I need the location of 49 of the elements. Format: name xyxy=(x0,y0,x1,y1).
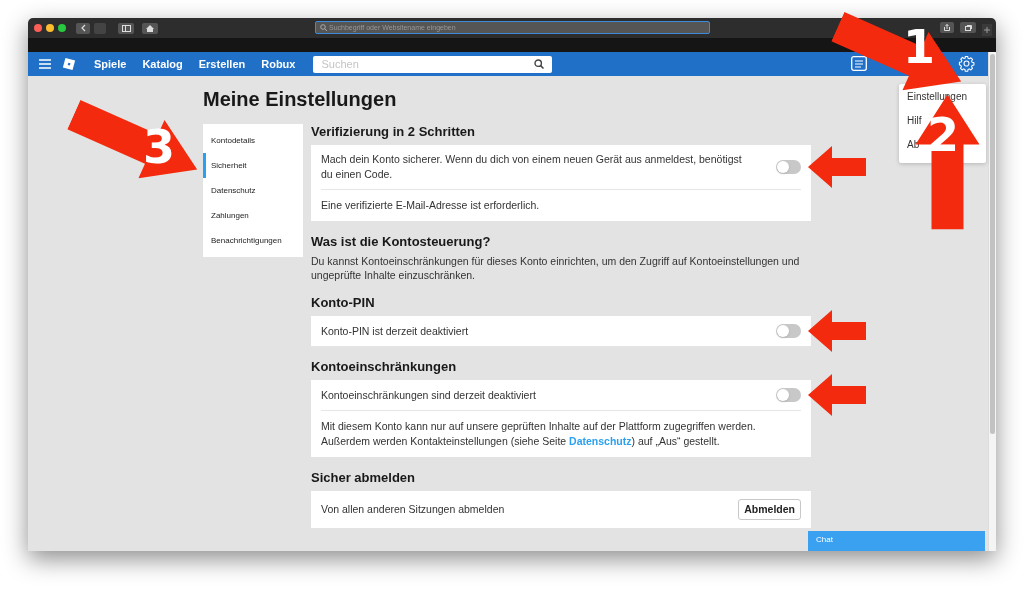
sidebar-button[interactable] xyxy=(118,22,134,34)
toggle-switch[interactable] xyxy=(776,160,801,174)
sidebar-item[interactable]: Sicherheit xyxy=(203,153,303,178)
setting-label: Mach dein Konto sicherer. Wenn du dich von einem neuen Gerät aus anmeldest, benötigst du einen Code. xyxy=(321,152,743,182)
setting-label: Konto-PIN ist derzeit deaktiviert xyxy=(321,323,469,339)
share-icon xyxy=(944,24,950,31)
section-heading: Konto-PIN xyxy=(311,295,376,311)
notification-list-icon[interactable] xyxy=(851,56,867,71)
logo-icon[interactable] xyxy=(62,57,76,71)
step-number: 3 xyxy=(143,124,175,170)
tabs-icon xyxy=(964,24,972,31)
toggle-switch[interactable] xyxy=(776,324,801,338)
new-tab-button[interactable] xyxy=(982,24,992,36)
back-button[interactable] xyxy=(76,22,90,34)
note-text: Eine verifizierte E-Mail-Adresse ist erforderlich. xyxy=(321,198,541,213)
setting-label: Von allen anderen Sitzungen abmelden xyxy=(321,501,505,517)
sidebar-item[interactable]: Datenschutz xyxy=(203,178,303,203)
setting-label: Kontoeinschränkungen sind derzeit deaktiviert xyxy=(321,387,536,403)
nav-link[interactable]: Robux xyxy=(261,55,296,73)
tabs-button[interactable] xyxy=(960,22,976,33)
note-text: Mit diesem Konto kann nur auf unsere geprüften Inhalte auf der Plattform zugegriffen werden. Außerdem werden Kontakteinstellungen (siehe Seite Datenschutz) auf „Aus“ gestellt. xyxy=(321,419,757,449)
back-icon xyxy=(80,24,86,32)
section-heading: Sicher abmelden xyxy=(311,470,417,486)
toggle-switch[interactable] xyxy=(776,388,801,402)
nav-link[interactable]: Erstellen xyxy=(198,55,246,73)
menu-item[interactable]: Hilf xyxy=(907,115,922,127)
nav-link[interactable]: Katalog xyxy=(142,55,183,73)
search-icon xyxy=(320,24,327,31)
home-button[interactable] xyxy=(142,22,158,34)
plus-icon xyxy=(984,27,990,33)
sidebar-item[interactable]: Kontodetails xyxy=(203,128,303,153)
sidebar-icon xyxy=(121,24,131,32)
scrollbar[interactable] xyxy=(988,52,996,551)
settings-icon[interactable] xyxy=(958,55,975,72)
description-text: Du kannst Kontoeinschränkungen für dieses Konto einrichten, um den Zugriff auf Kontoeinstellungen und ungeprüfte Inhalte einzuschränken. xyxy=(311,254,801,282)
menu-item[interactable]: Einstellungen xyxy=(907,91,968,103)
home-icon xyxy=(146,24,154,32)
sidebar-item[interactable]: Zahlungen xyxy=(203,203,303,228)
share-button[interactable] xyxy=(940,22,954,33)
logout-button[interactable]: Abmelden xyxy=(738,499,801,520)
section-heading: Was ist die Kontosteuerung? xyxy=(311,234,492,250)
search-icon xyxy=(534,59,545,69)
section-heading: Kontoeinschränkungen xyxy=(311,359,458,375)
sidebar-item[interactable]: Benachrichtigungen xyxy=(203,228,303,253)
menu-icon[interactable] xyxy=(39,59,51,69)
nav-link[interactable]: Spiele xyxy=(94,55,127,73)
step-number: 2 xyxy=(927,112,959,158)
page-title: Meine Einstellungen xyxy=(203,87,397,111)
section-heading: Verifizierung in 2 Schritten xyxy=(311,124,476,140)
